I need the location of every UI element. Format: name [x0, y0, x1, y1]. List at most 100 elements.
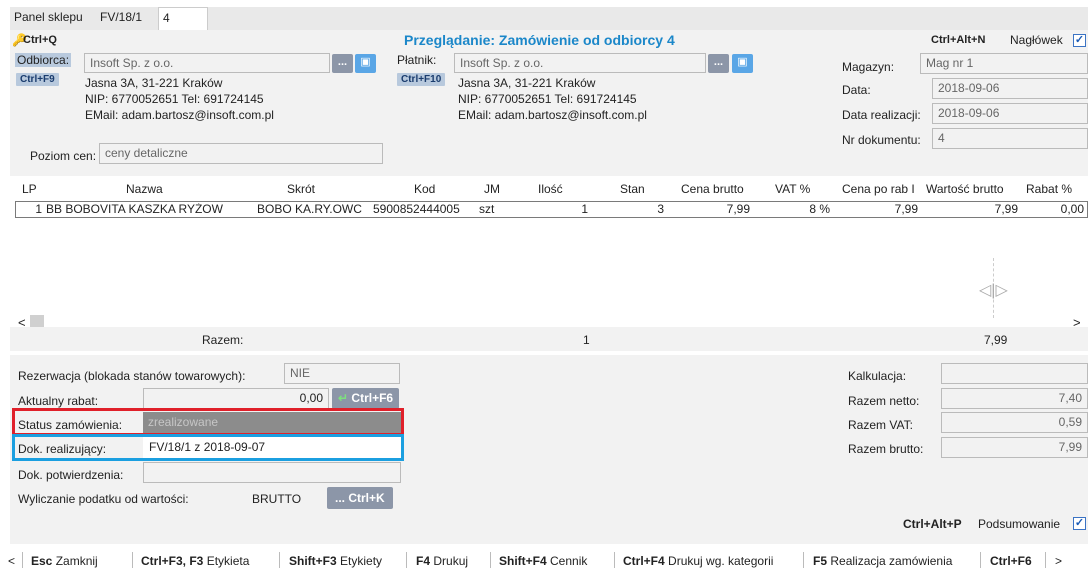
rabat-arrow-icon: ↵ [338, 391, 349, 405]
bar-item-label: Cennik [550, 554, 588, 568]
bar-item-label: Etykiety [340, 554, 383, 568]
bar-item-ctrl-f3[interactable]: Ctrl+F3, F3 Etykieta [141, 554, 249, 568]
col-header-stan[interactable]: Stan [620, 182, 645, 196]
ctrl-alt-p-shortcut[interactable]: Ctrl+Alt+P [903, 517, 962, 531]
col-header-ilosc[interactable]: Ilość [538, 182, 563, 196]
podsumowanie-checkbox[interactable]: ✓ [1073, 517, 1086, 530]
podatek-ctrl-k-button[interactable]: ... Ctrl+K [327, 487, 393, 509]
bar-item-key: Ctrl+F3, F3 [141, 554, 204, 568]
platnik-select-button[interactable]: ... [708, 54, 729, 73]
row-lp: 1 [35, 203, 42, 216]
row-cena-po-rab: 7,99 [894, 203, 918, 216]
tab-panel-sklepu[interactable]: Panel sklepu [10, 7, 87, 30]
bar-item-label: Realizacja zamówienia [830, 554, 953, 568]
podsumowanie-label: Podsumowanie [978, 517, 1061, 531]
bar-item-ctrl-f4[interactable]: Ctrl+F4 Drukuj wg. kategorii [623, 554, 773, 568]
col-header-kod[interactable]: Kod [414, 182, 435, 196]
bar-item-key: Ctrl+F4 [623, 554, 665, 568]
bar-item-shift-f3[interactable]: Shift+F3 Etykiety [289, 554, 382, 568]
kalkulacja-label: Kalkulacja: [848, 369, 907, 383]
razem-brutto-label: Razem brutto: [848, 442, 924, 456]
col-header-vat[interactable]: VAT % [775, 182, 810, 196]
naglowek-checkbox[interactable]: ✓ [1073, 34, 1086, 47]
col-header-cena-po-rab[interactable]: Cena po rab I [842, 182, 922, 196]
dok-potwierdzenia-field[interactable] [143, 462, 401, 483]
bar-separator [279, 552, 280, 568]
rezerwacja-label: Rezerwacja (blokada stanów towarowych): [18, 369, 246, 383]
splitter-handle-icon[interactable]: ◁|▷ [979, 280, 1008, 300]
bar-item-ctrl-f6[interactable]: Ctrl+F6 [990, 554, 1032, 568]
aktualny-rabat-label: Aktualny rabat: [18, 394, 99, 408]
razem-netto-field[interactable]: 7,40 [941, 388, 1088, 409]
bar-next-icon[interactable]: > [1055, 554, 1062, 568]
rezerwacja-field[interactable]: NIE [284, 363, 400, 384]
bar-item-label: Etykieta [206, 554, 250, 568]
col-header-cena-brutto[interactable]: Cena brutto [681, 182, 744, 196]
row-stan: 3 [657, 203, 664, 216]
rabat-ctrl-f6-button[interactable]: ↵ Ctrl+F6 [332, 388, 400, 409]
bar-separator [132, 552, 133, 568]
dok-realizujacy-highlight-box [12, 434, 404, 461]
naglowek-label: Nagłówek [1010, 33, 1063, 47]
totals-row [10, 327, 1088, 351]
bar-item-key: F5 [813, 554, 828, 568]
bar-separator [490, 552, 491, 568]
dok-potwierdzenia-label: Dok. potwierdzenia: [18, 468, 124, 482]
row-skrot: BOBO KA.RY.OWC [257, 203, 362, 216]
col-header-skrot[interactable]: Skrót [287, 182, 315, 196]
wyliczanie-podatku-value: BRUTTO [252, 492, 302, 506]
poziom-cen-label: Poziom cen: [30, 149, 97, 163]
col-header-rabat[interactable]: Rabat % [1026, 182, 1072, 196]
bar-item-label: Zamknij [55, 554, 98, 568]
bar-item-key: Ctrl+F6 [990, 554, 1032, 568]
totals-label: Razem: [202, 333, 244, 347]
razem-brutto-field[interactable]: 7,99 [941, 437, 1088, 458]
poziom-cen-field[interactable]: ceny detaliczne [99, 143, 383, 164]
row-nazwa: BB BOBOVITA KASZKA RYŻOW [46, 203, 223, 216]
tab-order-4[interactable]: 4 [158, 7, 208, 30]
totals-value: 7,99 [984, 333, 1008, 347]
data-field[interactable]: 2018-09-06 [932, 78, 1088, 99]
bar-item-shift-f4[interactable]: Shift+F4 Cennik [499, 554, 587, 568]
status-highlight-box [12, 408, 404, 436]
ctrl-q-shortcut[interactable]: Ctrl+Q [23, 34, 57, 46]
col-header-jm[interactable]: JM [484, 182, 500, 196]
ctrl-f10-shortcut[interactable]: Ctrl+F10 [397, 73, 446, 86]
odbiorca-select-button[interactable]: ... [332, 54, 353, 73]
razem-vat-label: Razem VAT: [848, 418, 913, 432]
ctrl-f9-shortcut[interactable]: Ctrl+F9 [16, 73, 59, 86]
bar-separator [1045, 552, 1046, 568]
platnik-field[interactable]: Insoft Sp. z o.o. [454, 53, 706, 73]
odbiorca-field[interactable]: Insoft Sp. z o.o. [84, 53, 330, 73]
col-header-wartosc-brutto[interactable]: Wartość brutto [926, 182, 1004, 196]
bar-separator [22, 552, 23, 568]
col-header-nazwa[interactable]: Nazwa [126, 182, 163, 196]
bar-separator [803, 552, 804, 568]
col-header-lp[interactable]: LP [22, 182, 37, 196]
bar-item-esc[interactable]: Esc Zamknij [31, 554, 98, 568]
nr-dokumentu-label: Nr dokumentu: [842, 133, 921, 147]
tab-fv-18-1[interactable]: FV/18/1 [96, 7, 146, 30]
function-key-bar: < Esc Zamknij Ctrl+F3, F3 Etykieta Shift… [0, 546, 1088, 574]
platnik-address: Jasna 3A, 31-221 Kraków [458, 76, 596, 90]
totals-qty: 1 [583, 333, 590, 347]
bar-prev-icon[interactable]: < [8, 554, 15, 568]
data-realizacji-field[interactable]: 2018-09-06 [932, 103, 1088, 124]
row-rabat: 0,00 [1060, 203, 1084, 216]
ctrl-alt-n-shortcut[interactable]: Ctrl+Alt+N [931, 34, 985, 46]
row-vat: 8 % [809, 203, 830, 216]
bar-item-f5[interactable]: F5 Realizacja zamówienia [813, 554, 952, 568]
odbiorca-card-icon[interactable]: ▣ [355, 54, 376, 73]
aktualny-rabat-field[interactable]: 0,00 [143, 388, 329, 409]
platnik-card-icon[interactable]: ▣ [732, 54, 753, 73]
magazyn-label: Magazyn: [842, 60, 895, 74]
nr-dokumentu-field[interactable]: 4 [932, 128, 1088, 149]
magazyn-field[interactable]: Mag nr 1 [920, 53, 1088, 74]
bar-item-label: Drukuj [433, 554, 469, 568]
bar-item-f4[interactable]: F4 Drukuj [416, 554, 468, 568]
kalkulacja-field[interactable] [941, 363, 1088, 384]
odbiorca-nip: NIP: 6770052651 Tel: 691724145 [85, 92, 264, 106]
page-title: Przeglądanie: Zamówienie od odbiorcy 4 [404, 32, 675, 48]
razem-vat-field[interactable]: 0,59 [941, 412, 1088, 433]
data-label: Data: [842, 83, 871, 97]
